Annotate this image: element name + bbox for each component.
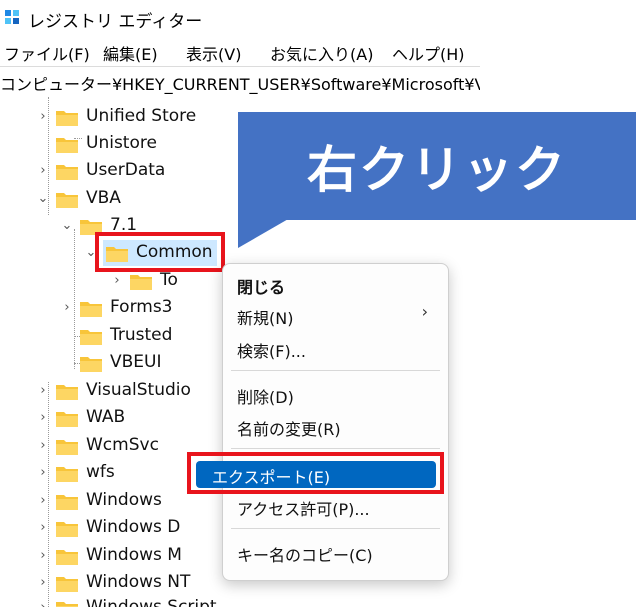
folder-icon <box>56 412 78 427</box>
tree-item-userdata[interactable]: › UserData <box>36 159 236 185</box>
folder-icon <box>80 302 102 317</box>
folder-icon <box>56 577 78 592</box>
chevron-right-icon[interactable]: › <box>36 108 50 126</box>
folder-icon <box>56 440 78 455</box>
folder-icon <box>56 495 78 510</box>
tree-item-label: Windows Script <box>86 597 217 607</box>
chevron-right-icon[interactable]: › <box>36 492 50 510</box>
address-path: コンピューター¥HKEY_CURRENT_USER¥Software¥Micro… <box>0 75 480 94</box>
tree-item-label: wfs <box>86 462 115 482</box>
tree-item-label: Unistore <box>86 133 157 153</box>
menu-item-new[interactable]: 新規(N) <box>237 305 293 329</box>
tree-item-label: UserData <box>86 160 166 180</box>
chevron-right-icon[interactable]: › <box>36 409 50 427</box>
folder-icon <box>80 357 102 372</box>
tree-item-trusted[interactable]: Trusted <box>60 324 220 350</box>
menu-item-find[interactable]: 検索(F)... <box>237 338 306 362</box>
tree-item-forms3[interactable]: › Forms3 <box>60 296 220 322</box>
menu-separator <box>231 370 440 371</box>
chevron-right-icon[interactable]: › <box>36 519 50 537</box>
folder-icon <box>56 385 78 400</box>
tree-item-label: Windows NT <box>86 572 191 592</box>
chevron-right-icon[interactable]: › <box>110 272 124 290</box>
menu-item-delete[interactable]: 削除(D) <box>237 384 294 408</box>
chevron-right-icon[interactable]: › <box>36 574 50 592</box>
chevron-right-icon[interactable]: › <box>60 299 74 317</box>
address-bar[interactable]: コンピューター¥HKEY_CURRENT_USER¥Software¥Micro… <box>0 66 480 98</box>
folder-icon <box>56 602 78 607</box>
tree-item-label: Windows M <box>86 545 182 565</box>
menu-edit[interactable]: 編集(E) <box>103 41 158 65</box>
folder-icon <box>56 467 78 482</box>
menu-item-copy-key-name[interactable]: キー名のコピー(C) <box>237 542 373 566</box>
tree-item-label: Windows D <box>86 517 181 537</box>
chevron-right-icon[interactable]: › <box>36 464 50 482</box>
menu-bar: ファイル(F) 編集(E) 表示(V) お気に入り(A) ヘルプ(H) <box>0 36 636 66</box>
tree-item-label: WAB <box>86 407 126 427</box>
folder-icon <box>56 165 78 180</box>
tree-item-to[interactable]: › To <box>110 269 230 295</box>
folder-open-icon <box>56 193 78 208</box>
folder-icon <box>56 550 78 565</box>
chevron-right-icon[interactable]: › <box>36 599 50 607</box>
menu-file[interactable]: ファイル(F) <box>4 41 90 65</box>
tree-item-vbeui[interactable]: VBEUI <box>60 351 220 377</box>
tree-item-windows-script[interactable]: › Windows Script <box>36 596 226 607</box>
registry-editor-icon <box>5 10 19 24</box>
tree-item-label: Unified Store <box>86 106 197 126</box>
tree-item-vba[interactable]: ⌄ VBA <box>36 187 236 213</box>
tree-item-unified-store[interactable]: › Unified Store <box>36 105 236 131</box>
tree-item-label: VBEUI <box>110 352 162 372</box>
chevron-right-icon[interactable]: › <box>36 162 50 180</box>
chevron-down-icon[interactable]: ⌄ <box>60 217 74 235</box>
chevron-right-icon[interactable]: › <box>36 547 50 565</box>
folder-icon <box>56 522 78 537</box>
folder-icon <box>80 330 102 345</box>
menu-separator <box>231 448 440 449</box>
callout-tail <box>238 218 290 248</box>
title-bar: レジストリ エディター <box>0 0 636 36</box>
chevron-right-icon[interactable]: › <box>36 437 50 455</box>
menu-help[interactable]: ヘルプ(H) <box>392 41 465 65</box>
tree-item-unistore[interactable]: Unistore <box>36 132 236 158</box>
tree-item-visualstudio[interactable]: › VisualStudio <box>36 379 226 405</box>
callout-right-click: 右クリック <box>238 112 636 220</box>
tree-item-wab[interactable]: › WAB <box>36 406 226 432</box>
tree-item-label: VisualStudio <box>86 380 191 400</box>
export-highlight-box <box>187 452 444 494</box>
tree-item-label: VBA <box>86 188 121 208</box>
common-highlight-box <box>95 232 225 272</box>
callout-text: 右クリック <box>307 141 567 199</box>
menu-item-rename[interactable]: 名前の変更(R) <box>237 416 341 440</box>
chevron-right-icon[interactable]: › <box>36 382 50 400</box>
tree-item-windows-m[interactable]: › Windows M <box>36 544 226 570</box>
tree-item-windows-nt[interactable]: › Windows NT <box>36 571 226 597</box>
context-menu: 閉じる 新規(N) › 検索(F)... 削除(D) 名前の変更(R) エクスポ… <box>196 263 449 581</box>
tree-item-label: WcmSvc <box>86 435 159 455</box>
tree-item-label: Windows <box>86 490 162 510</box>
window-title: レジストリ エディター <box>28 12 203 32</box>
tree-item-label: Forms3 <box>110 297 173 317</box>
folder-icon <box>130 275 152 290</box>
menu-item-permissions[interactable]: アクセス許可(P)... <box>237 496 370 520</box>
submenu-arrow-icon: › <box>421 302 428 321</box>
menu-separator <box>231 528 440 529</box>
menu-view[interactable]: 表示(V) <box>186 41 241 65</box>
menu-item-collapse[interactable]: 閉じる <box>237 274 285 298</box>
folder-icon <box>56 111 78 126</box>
menu-favorites[interactable]: お気に入り(A) <box>270 41 373 65</box>
tree-item-windows-d[interactable]: › Windows D <box>36 516 226 542</box>
tree-item-label: To <box>160 270 178 290</box>
tree-item-label: Trusted <box>110 325 173 345</box>
folder-icon <box>56 138 78 153</box>
chevron-down-icon[interactable]: ⌄ <box>36 190 50 208</box>
